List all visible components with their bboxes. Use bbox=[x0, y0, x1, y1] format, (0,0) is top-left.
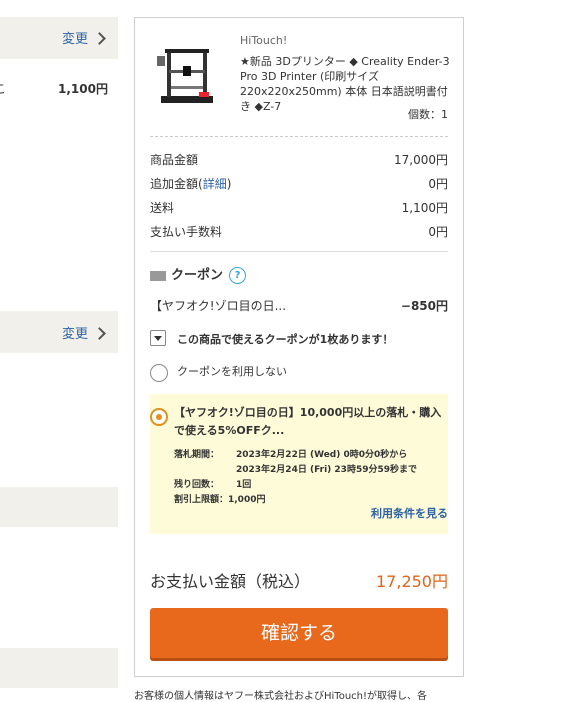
price-value: 0円 bbox=[428, 225, 448, 239]
item-quantity: 個数：1 bbox=[408, 108, 448, 121]
coupon-radio-selected[interactable] bbox=[150, 408, 168, 426]
help-icon[interactable]: ? bbox=[229, 267, 247, 284]
price-label: 商品金額 bbox=[150, 153, 199, 167]
coupon-heading-text: クーポン bbox=[171, 268, 224, 283]
terms-link[interactable]: 利用条件を見る bbox=[371, 505, 448, 521]
privacy-notice: お客様の個人情報はヤフー株式会社およびHiTouch!が取得し、各 bbox=[134, 691, 428, 702]
coupon-heading: クーポン? bbox=[150, 264, 247, 284]
price-row: 商品金額 17,000円 bbox=[150, 151, 448, 168]
coupon-remaining-value: 1回 bbox=[236, 480, 252, 490]
ticket-icon bbox=[150, 270, 166, 281]
confirm-button[interactable]: 確認する bbox=[150, 608, 448, 658]
seller-name: HiTouch! bbox=[240, 34, 288, 47]
coupon-card[interactable]: 【ヤフオク!ゾロ目の日】10,000円以上の落札・購入で使える5%OFFク...… bbox=[150, 394, 448, 534]
left-shipping-value: 1,100円 bbox=[58, 82, 108, 96]
left-cut-text: こ bbox=[0, 82, 7, 96]
price-value: 1,100円 bbox=[401, 201, 448, 215]
applied-coupon-name: 【ヤフオク!ゾロ目の日... bbox=[150, 299, 287, 313]
order-summary-panel: HiTouch! ★新品 3Dプリンター ◆ Creality Ender-3 … bbox=[134, 17, 464, 677]
no-coupon-label[interactable]: クーポンを利用しない bbox=[177, 363, 287, 379]
coupon-period-to: 2023年2月24日 (Fri) 23時59分59秒まで bbox=[236, 465, 417, 475]
coupon-remaining-label: 残り回数： bbox=[174, 480, 220, 490]
price-row: 追加金額(詳細) 0円 bbox=[150, 175, 448, 192]
price-label-suffix: ) bbox=[226, 177, 232, 191]
coupon-card-title: 【ヤフオク!ゾロ目の日】10,000円以上の落札・購入で使える5%OFFク... bbox=[174, 406, 442, 437]
change-link-2[interactable]: 変更 bbox=[62, 323, 88, 342]
price-value: 0円 bbox=[428, 177, 448, 191]
price-label: 追加金額( bbox=[150, 177, 203, 191]
price-value: 17,000円 bbox=[394, 153, 448, 167]
printer-image bbox=[157, 49, 213, 103]
available-coupon-text[interactable]: この商品で使えるクーポンが1枚あります！ bbox=[177, 331, 393, 347]
no-coupon-radio[interactable] bbox=[150, 364, 168, 382]
price-label: 送料 bbox=[150, 201, 175, 215]
price-row: 送料 1,100円 bbox=[150, 199, 448, 216]
total-value: 17,250円 bbox=[376, 572, 448, 591]
change-link-1[interactable]: 変更 bbox=[62, 28, 88, 47]
details-link[interactable]: 詳細 bbox=[203, 177, 227, 191]
divider bbox=[150, 136, 448, 137]
coupon-period-from: 2023年2月22日 (Wed) 0時0分0秒から bbox=[236, 450, 408, 460]
coupon-discount-limit: 割引上限額：1,000円 bbox=[174, 495, 266, 505]
applied-coupon-row: 【ヤフオク!ゾロ目の日... −850円 bbox=[150, 297, 448, 314]
item-title[interactable]: ★新品 3Dプリンター ◆ Creality Ender-3 Pro 3D Pr… bbox=[240, 54, 453, 114]
coupon-toggle-button[interactable] bbox=[150, 330, 166, 346]
price-label: 支払い手数料 bbox=[150, 225, 223, 239]
applied-coupon-value: −850円 bbox=[400, 299, 448, 313]
price-row: 支払い手数料 0円 bbox=[150, 223, 448, 240]
coupon-period-label: 落札期間： bbox=[174, 450, 220, 460]
left-section-3 bbox=[0, 487, 118, 527]
total-label: お支払い金額（税込） bbox=[150, 572, 311, 591]
left-section-4 bbox=[0, 648, 118, 688]
divider bbox=[150, 251, 448, 252]
